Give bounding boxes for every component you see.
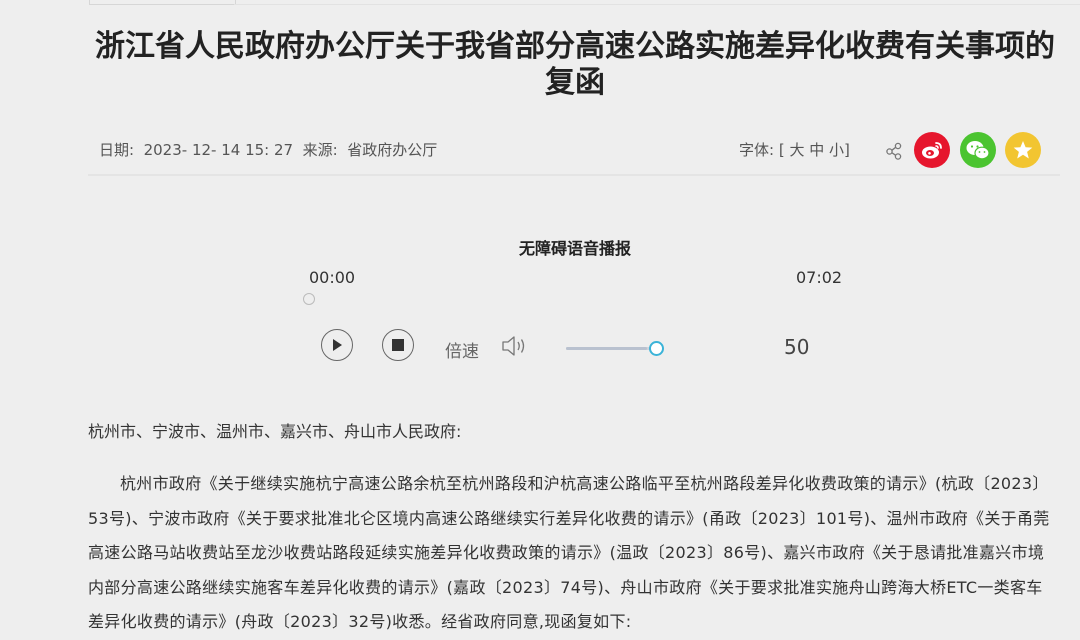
- favorite-icon: [1013, 141, 1033, 159]
- play-icon: [333, 339, 342, 351]
- stop-icon: [392, 339, 404, 351]
- volume-slider-handle[interactable]: [649, 341, 664, 356]
- top-border: [234, 4, 1080, 5]
- total-time: 07:02: [796, 268, 843, 287]
- current-time: 00:00: [309, 268, 356, 287]
- page-title: 浙江省人民政府办公厅关于我省部分高速公路实施差异化收费有关事项的复函: [95, 29, 1055, 100]
- wechat-share-button[interactable]: [960, 132, 996, 168]
- speed-button[interactable]: 倍速: [445, 337, 479, 362]
- volume-slider-track[interactable]: [566, 347, 656, 350]
- volume-slider-fill: [566, 347, 647, 350]
- top-tab: [89, 0, 236, 5]
- article-meta: 日期: 2023- 12- 14 15: 27 来源: 省政府办公厅: [99, 141, 438, 159]
- font-size-control[interactable]: 字体: [ 大 中 小]: [739, 139, 850, 160]
- header-divider: [88, 174, 1060, 176]
- volume-value: 50: [784, 335, 810, 359]
- wechat-icon: [966, 141, 990, 160]
- addressee: 杭州市、宁波市、温州市、嘉兴市、舟山市人民政府:: [88, 422, 462, 441]
- audio-player-title: 无障碍语音播报: [518, 239, 631, 258]
- volume-icon[interactable]: [501, 333, 529, 359]
- progress-handle[interactable]: [303, 293, 315, 305]
- favorite-button[interactable]: [1005, 132, 1041, 168]
- body-paragraph: 杭州市政府《关于继续实施杭宁高速公路余杭至杭州路段和沪杭高速公路临平至杭州路段差…: [88, 474, 1050, 631]
- stop-button[interactable]: [382, 329, 414, 361]
- weibo-icon: [922, 142, 942, 159]
- share-icon[interactable]: [885, 142, 903, 160]
- weibo-share-button[interactable]: [914, 132, 950, 168]
- play-button[interactable]: [321, 329, 353, 361]
